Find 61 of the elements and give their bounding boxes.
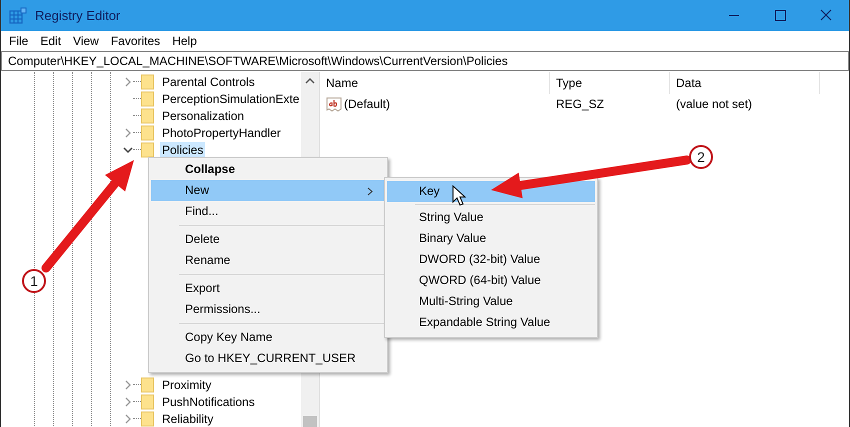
- callout-number: 1: [30, 273, 38, 289]
- menu-option[interactable]: Rename: [151, 250, 385, 271]
- tree-item[interactable]: Parental Controls: [160, 74, 257, 90]
- menu-item[interactable]: Help: [166, 34, 203, 48]
- tree-row[interactable]: PushNotifications: [1, 393, 302, 410]
- tree-row[interactable]: Policies: [1, 141, 302, 158]
- folder-icon: [141, 410, 154, 426]
- tree-row[interactable]: PerceptionSimulationExte: [1, 90, 302, 107]
- column-header[interactable]: Type: [550, 72, 670, 94]
- folder-icon: [141, 108, 154, 124]
- tree-item[interactable]: Policies: [160, 142, 206, 158]
- menu-option[interactable]: Find...: [151, 201, 385, 222]
- tree-item[interactable]: PushNotifications: [160, 394, 257, 410]
- menu-option[interactable]: Collapse: [151, 159, 385, 180]
- callout-badge: [689, 145, 713, 169]
- column-header[interactable]: Data: [670, 72, 820, 94]
- tree-item[interactable]: Proximity: [160, 376, 214, 392]
- callout-number: 2: [697, 149, 705, 165]
- folder-icon: [141, 142, 154, 158]
- menu-option[interactable]: Binary Value: [387, 228, 595, 249]
- menu-option[interactable]: QWORD (64-bit) Value: [387, 270, 595, 291]
- tree-item[interactable]: PhotoPropertyHandler: [160, 124, 283, 140]
- callout-badge: [22, 269, 46, 293]
- tree-row[interactable]: Parental Controls: [1, 73, 302, 90]
- tree-row[interactable]: Reliability: [1, 410, 302, 427]
- menu-option[interactable]: Export: [151, 278, 385, 299]
- chevron-icon[interactable]: [123, 144, 133, 154]
- tree-row[interactable]: Personalization: [1, 107, 302, 124]
- menu-item[interactable]: Favorites: [104, 34, 166, 48]
- menu-item[interactable]: Edit: [34, 34, 68, 48]
- address-field[interactable]: Computer\HKEY_LOCAL_MACHINE\SOFTWARE\Microsoft\Windows\CurrentVersion\Policies: [1, 51, 849, 71]
- tree-item[interactable]: PerceptionSimulationExte: [160, 90, 302, 106]
- menu-option[interactable]: Go to HKEY_CURRENT_USER: [151, 348, 385, 369]
- menu-option[interactable]: Copy Key Name: [151, 327, 385, 348]
- folder-icon: [141, 394, 154, 410]
- tree-row[interactable]: PhotoPropertyHandler: [1, 124, 302, 141]
- registry-icon: [9, 6, 27, 24]
- column-header[interactable]: Name: [320, 72, 550, 94]
- menu-option[interactable]: String Value: [387, 207, 595, 228]
- folder-icon: [141, 124, 154, 140]
- cursor-icon: [452, 184, 466, 206]
- folder-icon: [141, 376, 154, 392]
- folder-icon: [141, 74, 154, 90]
- menu-item[interactable]: View: [67, 34, 105, 48]
- menu-option[interactable]: Permissions...: [151, 299, 385, 320]
- value-data: (value not set): [675, 97, 754, 111]
- tree-item[interactable]: Reliability: [160, 410, 216, 426]
- value-type: REG_SZ: [555, 97, 606, 111]
- menu-option[interactable]: New: [151, 180, 385, 201]
- menu-option[interactable]: Delete: [151, 229, 385, 250]
- tree-item[interactable]: Personalization: [160, 108, 246, 124]
- tree-row[interactable]: Proximity: [1, 376, 302, 393]
- menu-item[interactable]: File: [3, 34, 34, 48]
- menu-option[interactable]: Multi-String Value: [387, 291, 595, 312]
- window-title: Registry Editor: [35, 8, 120, 23]
- menu-option[interactable]: DWORD (32-bit) Value: [387, 249, 595, 270]
- string-value-icon: [326, 96, 342, 112]
- folder-icon: [141, 90, 154, 106]
- value-name: (Default): [344, 97, 390, 111]
- menu-option[interactable]: Expandable String Value: [387, 312, 595, 333]
- scrollbar-thumb[interactable]: [303, 416, 318, 427]
